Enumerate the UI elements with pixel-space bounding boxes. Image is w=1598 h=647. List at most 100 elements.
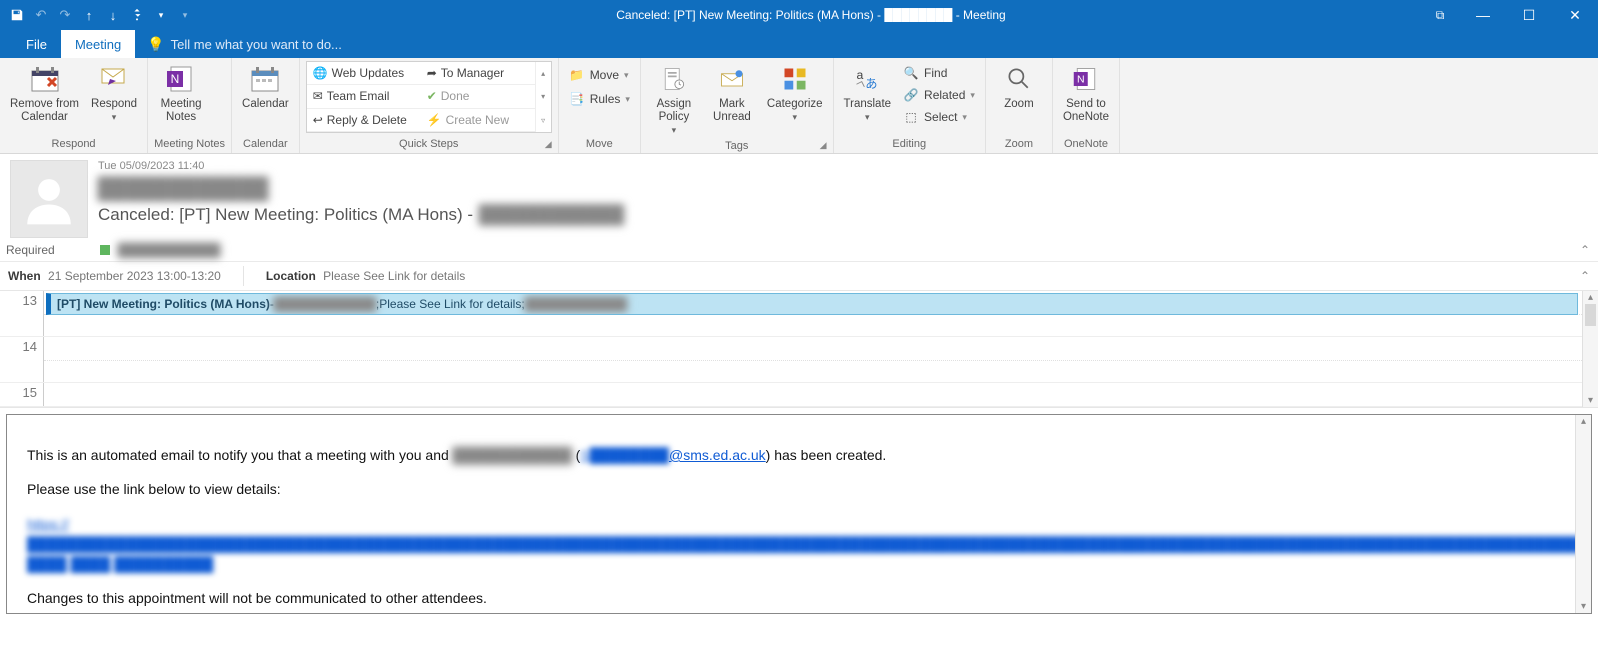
- remove-from-calendar-label: Remove from Calendar: [10, 98, 79, 124]
- ribbon-group-respond: Remove from Calendar Respond ▾ Respond: [0, 58, 148, 153]
- calendar-cell[interactable]: [PT] New Meeting: Politics (MA Hons) - █…: [44, 291, 1598, 336]
- move-button[interactable]: 📁Move▾: [565, 64, 634, 86]
- onenote-icon: N: [165, 62, 197, 96]
- required-row: Required ████████████ ⌃: [0, 238, 1598, 262]
- rules-button[interactable]: 📑Rules▾: [565, 88, 634, 110]
- ribbon: Remove from Calendar Respond ▾ Respond N…: [0, 58, 1598, 154]
- categorize-button[interactable]: Categorize▾: [763, 60, 827, 125]
- customize-qat-dropdown[interactable]: ▾: [150, 4, 172, 26]
- tell-me-search[interactable]: 💡 Tell me what you want to do...: [135, 36, 342, 53]
- quick-step-to-manager[interactable]: ➦To Manager: [421, 62, 535, 85]
- rules-icon: 📑: [569, 92, 585, 106]
- ribbon-group-editing: aあ Translate▾ 🔍Find 🔗Related▾ ⬚Select▾ E…: [834, 58, 986, 153]
- appointment-item[interactable]: [PT] New Meeting: Politics (MA Hons) - █…: [46, 293, 1578, 315]
- body-scrollbar[interactable]: ▴ ▾: [1575, 415, 1591, 613]
- ribbon-group-quick-steps: 🌐Web Updates ➦To Manager ▴ ✉Team Email ✔…: [300, 58, 559, 153]
- window-title: Canceled: [PT] New Meeting: Politics (MA…: [202, 8, 1420, 22]
- calendar-remove-icon: [29, 62, 61, 96]
- svg-text:あ: あ: [866, 77, 878, 91]
- divider: [243, 266, 244, 286]
- respond-label: Respond: [91, 98, 137, 111]
- quick-step-done[interactable]: ✔Done: [421, 85, 535, 108]
- zoom-label: Zoom: [1004, 98, 1033, 111]
- categorize-icon: [781, 62, 809, 96]
- svg-text:a: a: [857, 68, 864, 82]
- categorize-label: Categorize: [767, 98, 823, 111]
- close-button[interactable]: ✕: [1552, 0, 1598, 30]
- window-controls: ⧉ — ☐ ✕: [1420, 0, 1598, 30]
- meeting-link[interactable]: https://████████████████████████████████…: [27, 514, 1571, 575]
- minimize-button[interactable]: —: [1460, 0, 1506, 30]
- save-icon[interactable]: [6, 4, 28, 26]
- quick-steps-gallery[interactable]: 🌐Web Updates ➦To Manager ▴ ✉Team Email ✔…: [306, 61, 552, 133]
- remove-from-calendar-button[interactable]: Remove from Calendar: [6, 60, 83, 126]
- respond-button[interactable]: Respond ▾: [87, 60, 141, 125]
- redo-icon[interactable]: ↷: [54, 4, 76, 26]
- body-paragraph: Please use the link below to view detail…: [27, 479, 1571, 499]
- calendar-scrollbar[interactable]: ▴ ▾: [1582, 291, 1598, 407]
- message-header: Tue 05/09/2023 11:40 ████████████ Cancel…: [0, 154, 1598, 238]
- ribbon-group-zoom: Zoom Zoom: [986, 58, 1053, 153]
- calendar-cell[interactable]: [44, 337, 1598, 382]
- ribbon-group-move: 📁Move▾ 📑Rules▾ Move: [559, 58, 641, 153]
- qat-overflow-icon[interactable]: ▾: [174, 4, 196, 26]
- translate-button[interactable]: aあ Translate▾: [840, 60, 896, 125]
- svg-text:N: N: [1077, 74, 1085, 86]
- scroll-up-icon[interactable]: ▴: [1576, 415, 1591, 428]
- select-icon: ⬚: [903, 110, 919, 124]
- meeting-notes-button[interactable]: N Meeting Notes: [154, 60, 208, 126]
- ribbon-group-meeting-notes: N Meeting Notes Meeting Notes: [148, 58, 232, 153]
- quick-step-web-updates[interactable]: 🌐Web Updates: [307, 62, 421, 85]
- sender-name: ████████████: [98, 178, 1588, 201]
- dialog-launcher-icon[interactable]: ◢: [545, 139, 552, 150]
- person-icon: [20, 170, 78, 228]
- pop-out-icon[interactable]: ⧉: [1420, 0, 1460, 30]
- scroll-down-icon[interactable]: ▾: [536, 85, 551, 108]
- dialog-launcher-icon[interactable]: ◢: [820, 140, 827, 151]
- scroll-down-icon[interactable]: ▾: [1583, 394, 1598, 407]
- assign-policy-button[interactable]: Assign Policy▾: [647, 60, 701, 138]
- required-label: Required: [6, 243, 92, 257]
- tab-file[interactable]: File: [12, 30, 61, 58]
- touch-mouse-mode-icon[interactable]: [126, 4, 148, 26]
- undo-icon[interactable]: ↶: [30, 4, 52, 26]
- quick-step-team-email[interactable]: ✉Team Email: [307, 85, 421, 108]
- when-label: When: [8, 269, 41, 283]
- translate-label: Translate: [844, 98, 892, 111]
- scrollbar-thumb[interactable]: [1585, 304, 1596, 326]
- message-body-frame: This is an automated email to notify you…: [6, 414, 1592, 614]
- quick-step-create-new[interactable]: ⚡Create New: [421, 109, 535, 132]
- gallery-more-icon[interactable]: ▿: [536, 109, 551, 132]
- next-item-icon[interactable]: ↓: [102, 4, 124, 26]
- find-button[interactable]: 🔍Find: [899, 62, 979, 84]
- ribbon-group-label: Editing: [840, 135, 979, 153]
- scroll-up-icon[interactable]: ▴: [1583, 291, 1598, 304]
- previous-item-icon[interactable]: ↑: [78, 4, 100, 26]
- ribbon-group-label: Quick Steps◢: [306, 135, 552, 153]
- calendar-cell[interactable]: [44, 383, 1598, 406]
- ribbon-group-tags: Assign Policy▾ Mark Unread Categorize▾ T…: [641, 58, 834, 153]
- expand-chevron-icon[interactable]: ⌃: [1580, 269, 1590, 283]
- quick-step-reply-delete[interactable]: ↩Reply & Delete: [307, 109, 421, 132]
- tab-meeting[interactable]: Meeting: [61, 30, 135, 58]
- ribbon-group-label: Move: [565, 135, 634, 153]
- chevron-down-icon: ▾: [112, 112, 117, 123]
- mark-unread-button[interactable]: Mark Unread: [705, 60, 759, 126]
- folder-move-icon: 📁: [569, 68, 585, 82]
- calendar-button[interactable]: Calendar: [238, 60, 293, 113]
- maximize-button[interactable]: ☐: [1506, 0, 1552, 30]
- expand-chevron-icon[interactable]: ⌃: [1580, 243, 1590, 257]
- attendee-email-link[interactable]: S████████@sms.ed.ac.uk: [580, 447, 765, 463]
- ribbon-group-label: Zoom: [992, 135, 1046, 153]
- related-button[interactable]: 🔗Related▾: [899, 84, 979, 106]
- scroll-up-icon[interactable]: ▴: [536, 62, 551, 85]
- scroll-down-icon[interactable]: ▾: [1576, 600, 1591, 613]
- zoom-button[interactable]: Zoom: [992, 60, 1046, 113]
- send-to-onenote-button[interactable]: N Send to OneNote: [1059, 60, 1113, 126]
- message-body: This is an automated email to notify you…: [7, 415, 1591, 614]
- globe-icon: 🌐: [313, 66, 328, 80]
- select-button[interactable]: ⬚Select▾: [899, 106, 979, 128]
- lightbulb-icon: 💡: [147, 36, 164, 53]
- meeting-info-row: When 21 September 2023 13:00-13:20 Locat…: [0, 262, 1598, 290]
- ribbon-group-label: Calendar: [238, 135, 293, 153]
